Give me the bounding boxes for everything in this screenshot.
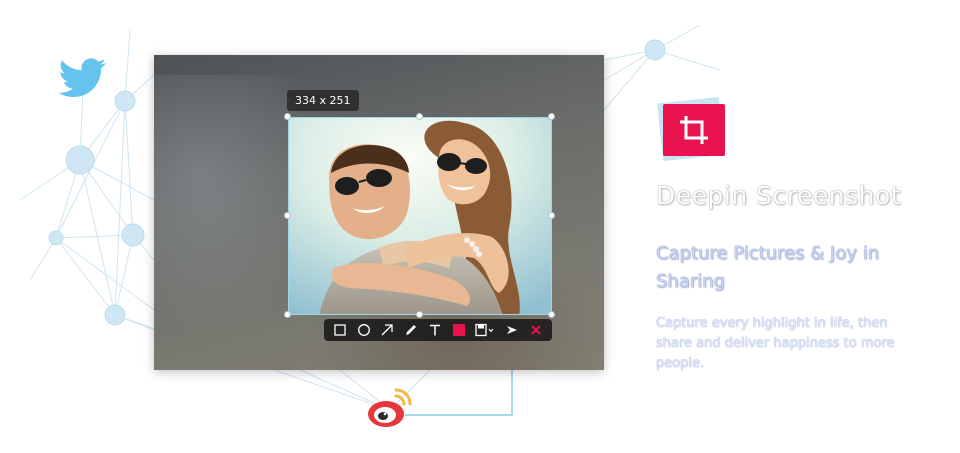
selection-area[interactable] — [288, 117, 552, 315]
rectangle-icon[interactable] — [331, 321, 349, 339]
resize-handle-top[interactable] — [416, 113, 423, 120]
selected-photo — [289, 118, 551, 314]
color-swatch[interactable] — [450, 321, 468, 339]
pencil-icon[interactable] — [402, 321, 420, 339]
arrow-icon[interactable] — [378, 321, 396, 339]
product-description: Capture every highlight in life, then sh… — [656, 316, 895, 371]
resize-handle-left[interactable] — [284, 212, 291, 219]
resize-handle-right[interactable] — [548, 212, 555, 219]
twitter-bird-icon — [58, 57, 108, 101]
resize-handle-top-right[interactable] — [548, 113, 555, 120]
resize-handle-top-left[interactable] — [284, 113, 291, 120]
close-icon[interactable] — [527, 321, 545, 339]
ellipse-icon[interactable] — [355, 321, 373, 339]
resize-handle-bottom-right[interactable] — [548, 311, 555, 318]
resize-handle-bottom-left[interactable] — [284, 311, 291, 318]
weibo-icon — [366, 384, 414, 434]
selection-size-label: 334 x 251 — [287, 90, 359, 111]
product-title: Deepin Screenshot — [656, 181, 902, 210]
product-headline: Capture Pictures & Joy in Sharing — [656, 243, 880, 292]
annotation-toolbar — [324, 319, 552, 341]
share-icon[interactable] — [503, 321, 521, 339]
resize-handle-bottom[interactable] — [416, 311, 423, 318]
save-icon[interactable] — [473, 321, 497, 339]
text-icon[interactable] — [426, 321, 444, 339]
crop-icon — [663, 104, 725, 156]
